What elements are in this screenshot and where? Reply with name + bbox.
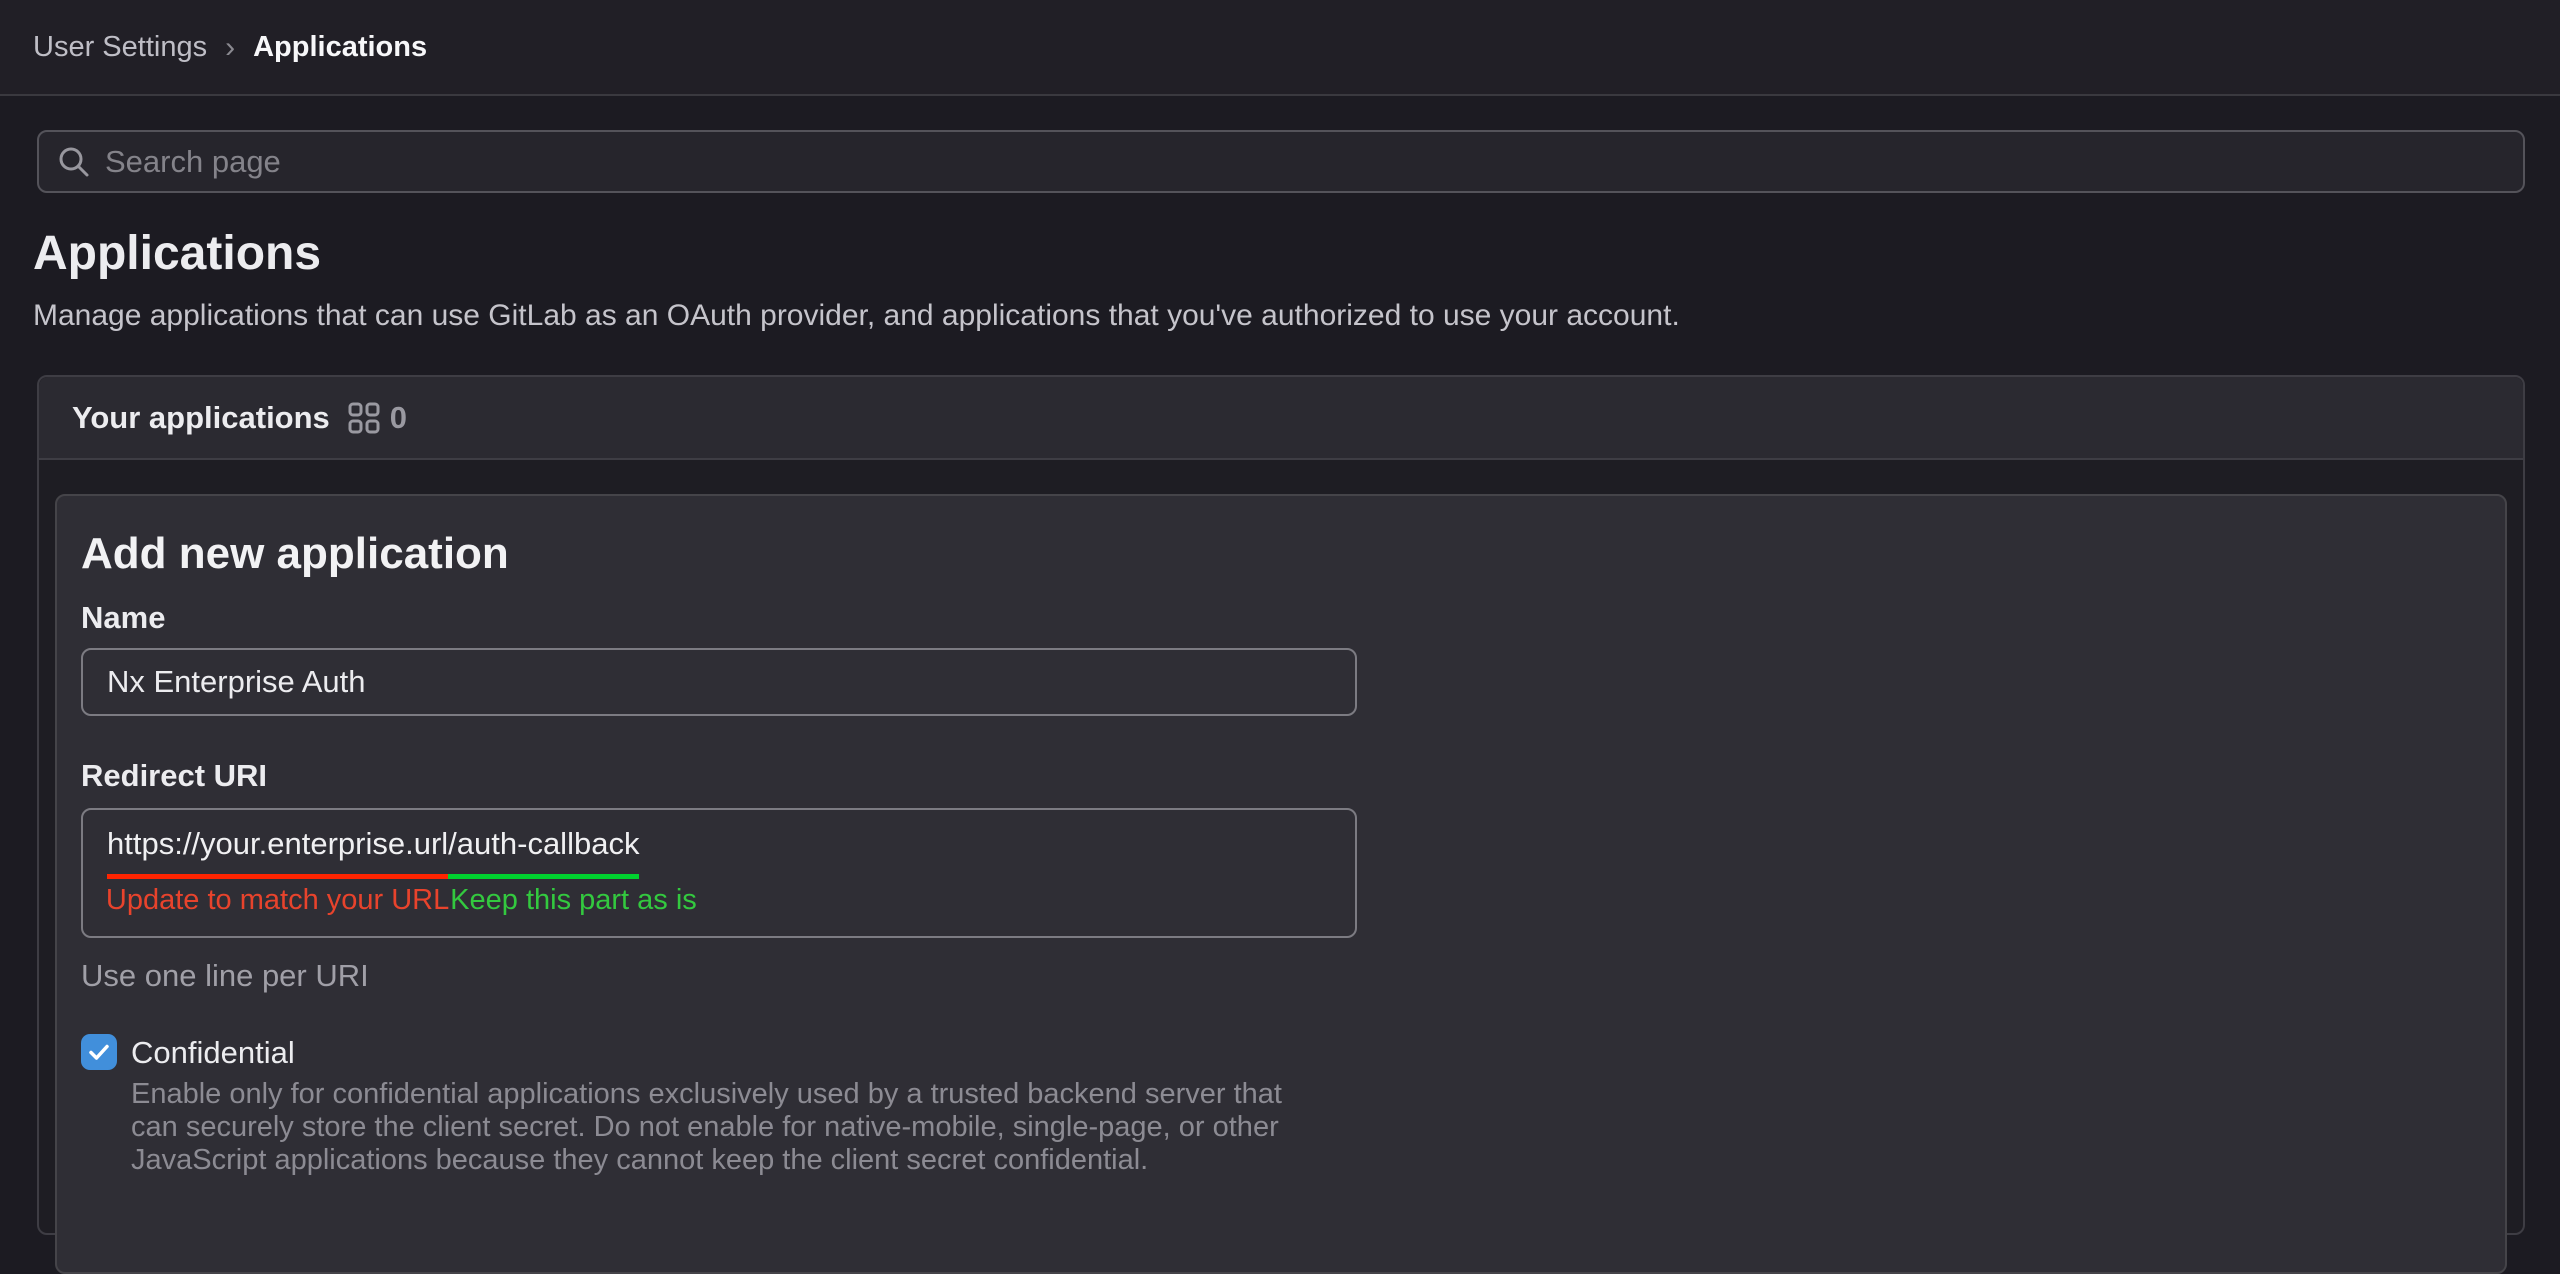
confidential-help-line: can securely store the client secret. Do… (131, 1111, 2481, 1144)
card-title: Add new application (81, 528, 2481, 580)
top-bar: User Settings › Applications (0, 0, 2560, 96)
confidential-help-text: Enable only for confidential application… (131, 1078, 2481, 1177)
search-input[interactable] (105, 144, 2505, 180)
breadcrumb-separator-icon: › (225, 33, 235, 62)
redirect-uri-path-part: /auth-callback Keep this part as is (448, 826, 639, 879)
confidential-label[interactable]: Confidential (131, 1034, 295, 1072)
page-description: Manage applications that can use GitLab … (33, 297, 2527, 335)
your-applications-title: Your applications (72, 400, 330, 436)
applications-count-badge: 0 (390, 400, 407, 436)
confidential-help-line: Enable only for confidential application… (131, 1078, 2481, 1111)
add-new-application-card: Add new application Name Redirect URI ht… (55, 494, 2507, 1274)
redirect-uri-host-part: https://your.enterprise.url Update to ma… (107, 826, 448, 879)
applications-grid-icon (348, 402, 380, 434)
breadcrumb-current-applications: Applications (253, 31, 427, 64)
application-name-input[interactable] (81, 648, 1357, 716)
redirect-uri-textarea[interactable]: https://your.enterprise.url Update to ma… (81, 808, 1357, 938)
your-applications-header: Your applications 0 (39, 377, 2523, 460)
redirect-uri-host-text: https://your.enterprise.url (107, 826, 448, 861)
redirect-uri-path-text: /auth-callback (448, 826, 639, 861)
page-title: Applications (33, 227, 2527, 281)
breadcrumb: User Settings › Applications (33, 31, 427, 64)
name-label: Name (81, 600, 2481, 636)
search-icon (57, 145, 91, 179)
redirect-uri-label: Redirect URI (81, 758, 2481, 794)
annotation-keep-part: Keep this part as is (450, 884, 697, 917)
breadcrumb-link-user-settings[interactable]: User Settings (33, 31, 207, 64)
search-page-field[interactable] (37, 130, 2525, 193)
redirect-uri-hint: Use one line per URI (81, 958, 2481, 994)
confidential-row: Confidential (81, 1034, 2481, 1072)
annotation-update-url: Update to match your URL (106, 884, 449, 917)
your-applications-panel: Your applications 0 Add new application … (37, 375, 2525, 1235)
confidential-checkbox[interactable] (81, 1034, 117, 1070)
confidential-help-line: JavaScript applications because they can… (131, 1144, 2481, 1177)
checkmark-icon (87, 1040, 111, 1064)
